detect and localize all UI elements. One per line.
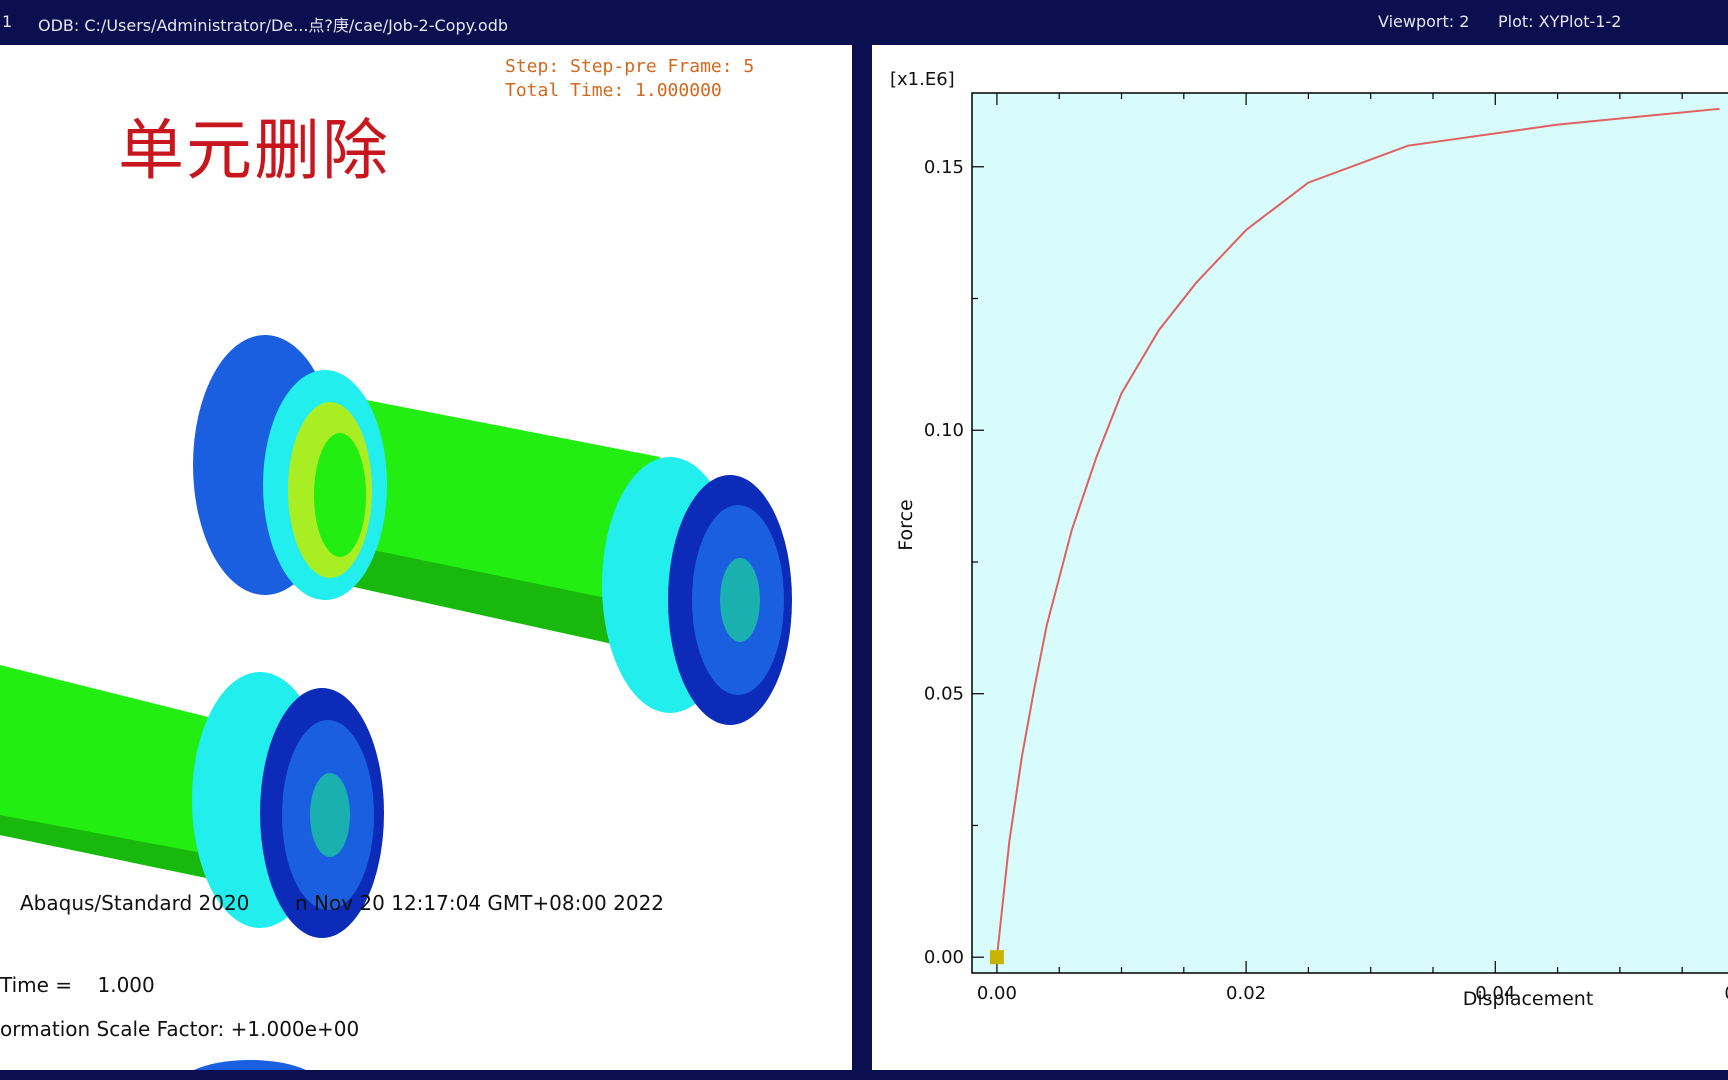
y-multiplier: [x1.E6]	[890, 69, 955, 90]
run-date: n Nov 20 12:17:04 GMT+08:00 2022	[295, 891, 665, 915]
y-tick-label: 0.00	[924, 947, 964, 968]
plot-label: Plot: XYPlot-1-2	[1498, 12, 1622, 31]
odb-path: ODB: C:/Users/Administrator/De...点?庚/cae…	[38, 16, 509, 35]
status-strip	[0, 1070, 1728, 1080]
deformation-scale: ormation Scale Factor: +1.000e+00	[0, 1017, 360, 1041]
time-readout: Time = 1.000	[0, 973, 155, 997]
viewport-divider	[852, 45, 872, 1080]
y-tick-label: 0.10	[924, 420, 964, 441]
viewport-number: 1	[2, 12, 13, 31]
fe-model-render	[0, 335, 792, 1070]
y-axis-label: Force	[895, 499, 917, 550]
start-marker	[989, 950, 1004, 965]
model-viewport[interactable]: Step: Step-pre Frame: 5 Total Time: 1.000…	[0, 45, 852, 1070]
x-tick-label: 0.02	[1226, 983, 1266, 1004]
xy-plot-viewport[interactable]: 0.000.020.040.060.000.050.100.15 [x1.E6]…	[872, 45, 1728, 1070]
abaqus-version: Abaqus/Standard 2020	[20, 891, 250, 915]
x-axis-label: Displacement	[1463, 988, 1594, 1010]
force-displacement-chart: 0.000.020.040.060.000.050.100.15 [x1.E6]…	[890, 69, 1728, 1010]
lower-cap-core	[310, 773, 350, 857]
y-tick-label: 0.05	[924, 684, 964, 705]
upper-left-cap-inner	[314, 433, 366, 557]
upper-right-cap-core	[720, 558, 760, 642]
plot-area	[971, 92, 1728, 974]
bottom-cap-partial	[194, 1060, 306, 1070]
y-tick-label: 0.15	[924, 157, 964, 178]
x-tick-label: 0.00	[977, 983, 1017, 1004]
title-bar: 1 ODB: C:/Users/Administrator/De...点?庚/c…	[0, 0, 1728, 45]
viewport-label: Viewport: 2	[1378, 12, 1470, 31]
x-tick-label: 0.06	[1724, 983, 1728, 1004]
